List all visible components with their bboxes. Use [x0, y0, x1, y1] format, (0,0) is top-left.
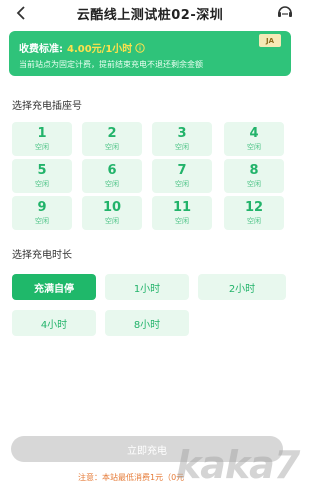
socket-status: 空闲 — [105, 180, 119, 188]
duration-option-4h[interactable]: 4小时 — [12, 310, 96, 336]
socket-status: 空闲 — [247, 143, 261, 151]
socket-status: 空闲 — [247, 180, 261, 188]
duration-option-1h[interactable]: 1小时 — [105, 274, 189, 300]
header-bar: 云酷线上测试桩02-深圳 — [0, 0, 300, 26]
back-arrow-icon[interactable] — [12, 4, 30, 22]
socket-number: 3 — [177, 126, 187, 141]
socket-9[interactable]: 9 空闲 — [12, 196, 72, 230]
socket-4[interactable]: 4 空闲 — [224, 122, 284, 156]
socket-number: 8 — [249, 163, 259, 178]
page-title: 云酷线上测试桩02-深圳 — [76, 7, 224, 23]
socket-1[interactable]: 1 空闲 — [12, 122, 72, 156]
duration-section-title: 选择充电时长 — [12, 250, 72, 261]
duration-option-full[interactable]: 充满自停 — [12, 274, 96, 300]
socket-number: 11 — [172, 200, 192, 215]
duration-option-8h[interactable]: 8小时 — [105, 310, 189, 336]
socket-7[interactable]: 7 空闲 — [152, 159, 212, 193]
fee-row: 收费标准: 4.00元/1小时 — [19, 40, 145, 55]
socket-number: 2 — [107, 126, 117, 141]
socket-number: 1 — [37, 126, 47, 141]
socket-status: 空闲 — [35, 180, 49, 188]
socket-number: 6 — [107, 163, 117, 178]
socket-6[interactable]: 6 空闲 — [82, 159, 142, 193]
socket-number: 4 — [249, 126, 259, 141]
socket-8[interactable]: 8 空闲 — [224, 159, 284, 193]
socket-5[interactable]: 5 空闲 — [12, 159, 72, 193]
socket-number: 10 — [102, 200, 122, 215]
fee-label: 收费标准: — [19, 44, 63, 55]
socket-10[interactable]: 10 空闲 — [82, 196, 142, 230]
socket-section-title: 选择充电插座号 — [12, 101, 82, 112]
socket-11[interactable]: 11 空闲 — [152, 196, 212, 230]
socket-status: 空闲 — [35, 217, 49, 225]
duration-option-2h[interactable]: 2小时 — [198, 274, 286, 300]
socket-number: 9 — [37, 200, 47, 215]
socket-status: 空闲 — [175, 217, 189, 225]
fee-notice: 当前站点为固定计费，提前结束充电不退还剩余金额 — [19, 60, 203, 69]
socket-status: 空闲 — [105, 143, 119, 151]
watermark-logo: kaka7 — [176, 443, 300, 487]
customer-service-icon[interactable] — [276, 3, 294, 21]
minimum-fee-note: 注意：本站最低消费1元（0元 — [78, 473, 185, 482]
socket-3[interactable]: 3 空闲 — [152, 122, 212, 156]
socket-status: 空闲 — [175, 143, 189, 151]
fee-value: 4.00元/1小时 — [67, 44, 133, 55]
socket-status: 空闲 — [105, 217, 119, 225]
socket-status: 空闲 — [35, 143, 49, 151]
socket-number: 5 — [37, 163, 47, 178]
socket-status: 空闲 — [247, 217, 261, 225]
socket-number: 7 — [177, 163, 187, 178]
socket-12[interactable]: 12 空闲 — [224, 196, 284, 230]
socket-2[interactable]: 2 空闲 — [82, 122, 142, 156]
badge: JA — [259, 34, 281, 47]
fee-banner: 收费标准: 4.00元/1小时 当前站点为固定计费，提前结束充电不退还剩余金额 … — [9, 31, 291, 76]
socket-status: 空闲 — [175, 180, 189, 188]
socket-number: 12 — [244, 200, 264, 215]
info-icon[interactable] — [135, 42, 145, 53]
